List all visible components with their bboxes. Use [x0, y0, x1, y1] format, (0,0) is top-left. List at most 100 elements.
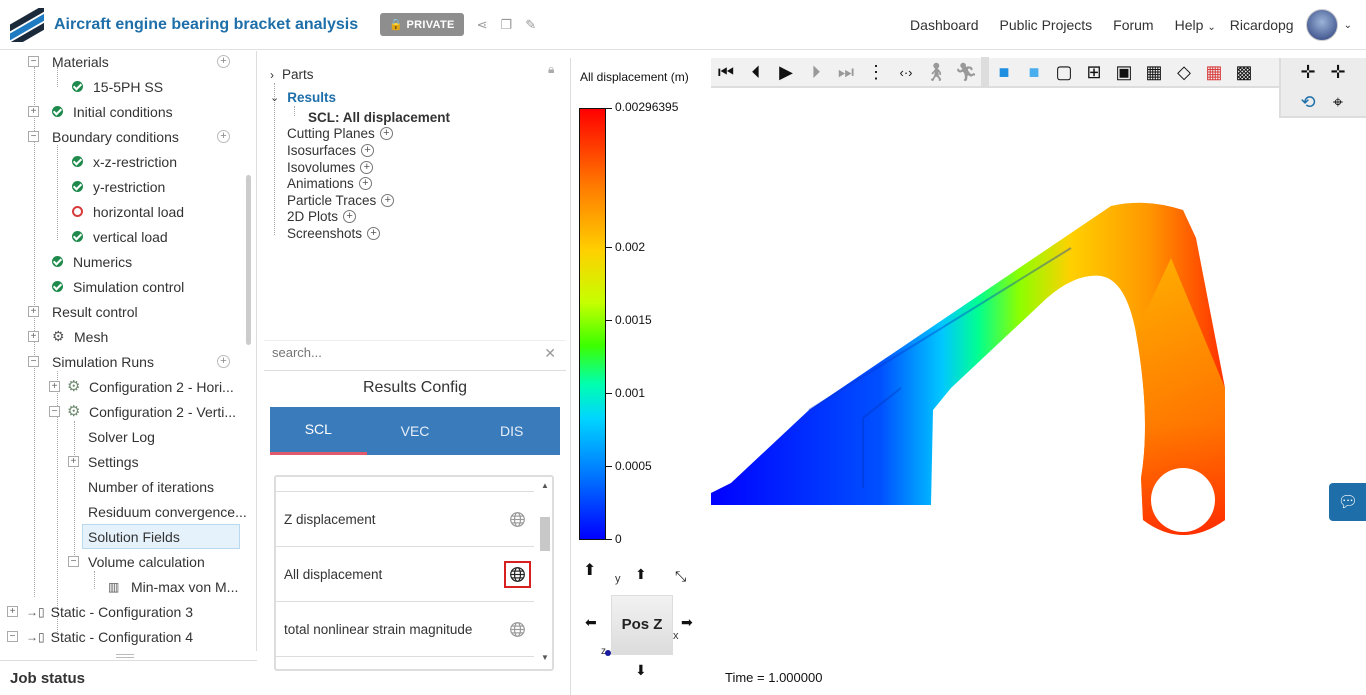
globe-icon[interactable]: [509, 511, 526, 528]
scene-2d-plots[interactable]: 2D Plots +: [287, 209, 357, 224]
tree-item-boundary-conditions[interactable]: − Boundary conditions: [28, 124, 179, 149]
edit-icon[interactable]: ✎: [525, 17, 536, 33]
view-cube-face[interactable]: Pos Z: [611, 595, 673, 655]
collapse-icon[interactable]: −: [68, 556, 79, 567]
list-scrollbar[interactable]: ▲ ▼: [538, 481, 550, 665]
tree-item-materials[interactable]: − Materials: [28, 51, 238, 74]
result-strain-magnitude[interactable]: total nonlinear strain magnitude: [276, 602, 534, 657]
tree-item-run-2[interactable]: − ⚙ Configuration 2 - Verti...: [49, 399, 236, 424]
tree-item-min-max[interactable]: ▥ Min-max von M...: [108, 574, 238, 599]
add-icon[interactable]: +: [379, 127, 393, 140]
tree-item-simulation-control[interactable]: Simulation control: [52, 274, 184, 299]
lock-icon[interactable]: 🔒︎: [548, 62, 554, 77]
rotate-left-icon[interactable]: ⬅: [585, 614, 597, 631]
tree-item-settings[interactable]: + Settings: [68, 449, 139, 474]
tree-item-solution-fields[interactable]: Solution Fields: [82, 524, 240, 549]
expand-icon[interactable]: +: [7, 606, 18, 617]
result-all-displacement[interactable]: All displacement: [276, 547, 534, 602]
expand-icon[interactable]: +: [28, 106, 39, 117]
fit-view-icon[interactable]: ⤡: [675, 568, 686, 585]
collapse-icon[interactable]: −: [28, 356, 39, 367]
project-title: Aircraft engine bearing bracket analysis: [54, 15, 359, 33]
tree-item-mesh[interactable]: + ⚙ Mesh: [28, 324, 108, 349]
tab-dis[interactable]: DIS: [463, 407, 560, 455]
tree-item-volume-calculation[interactable]: − Volume calculation: [68, 549, 205, 574]
tree-item-bc-4[interactable]: vertical load: [72, 224, 168, 249]
expand-icon[interactable]: +: [28, 306, 39, 317]
copy-icon[interactable]: ❐: [501, 17, 513, 33]
globe-icon[interactable]: [509, 621, 526, 638]
tree-item-material[interactable]: 15-5PH SS: [72, 74, 163, 99]
nav-forum[interactable]: Forum: [1113, 17, 1153, 33]
result-z-displacement[interactable]: Z displacement: [276, 492, 534, 547]
scroll-down-icon[interactable]: ▼: [541, 653, 549, 662]
nav-public-projects[interactable]: Public Projects: [1000, 17, 1093, 33]
add-icon[interactable]: +: [217, 55, 230, 68]
scroll-thumb[interactable]: [540, 517, 550, 551]
expand-icon[interactable]: +: [28, 331, 39, 342]
add-icon[interactable]: +: [217, 130, 230, 143]
tab-vec[interactable]: VEC: [367, 407, 464, 455]
chevron-down-icon[interactable]: ⌄: [1344, 20, 1352, 31]
avatar[interactable]: [1305, 9, 1338, 41]
tree-scrollbar[interactable]: [246, 175, 251, 345]
chat-icon: 💬︎: [1337, 494, 1359, 511]
add-icon[interactable]: +: [367, 227, 381, 240]
add-icon[interactable]: +: [381, 194, 395, 207]
scene-cutting-planes[interactable]: Cutting Planes +: [287, 126, 393, 141]
collapse-icon[interactable]: −: [49, 406, 60, 417]
tab-scl[interactable]: SCL: [270, 407, 367, 455]
tree-item-result-control[interactable]: + Result control: [28, 299, 138, 324]
add-icon[interactable]: +: [361, 144, 375, 157]
scene-isovolumes[interactable]: Isovolumes +: [287, 160, 374, 175]
tree-item-iterations[interactable]: Number of iterations: [88, 474, 214, 499]
tree-item-bc-1[interactable]: x-z-restriction: [72, 149, 177, 174]
scene-screenshots[interactable]: Screenshots +: [287, 226, 381, 241]
add-icon[interactable]: +: [358, 177, 372, 190]
home-view-icon[interactable]: ⬆: [583, 560, 596, 580]
nav-dashboard[interactable]: Dashboard: [910, 17, 979, 33]
simscale-logo[interactable]: [10, 7, 44, 42]
tree-item-bc-2[interactable]: y-restriction: [72, 174, 165, 199]
tree-item-residuum[interactable]: Residuum convergence...: [88, 499, 247, 524]
globe-icon[interactable]: [504, 560, 531, 588]
tree-item-static-3[interactable]: + →▯ Static - Configuration 3: [7, 599, 193, 624]
tree-item-solver-log[interactable]: Solver Log: [88, 424, 155, 449]
scene-scl-item[interactable]: SCL: All displacement: [308, 110, 450, 125]
tree-item-numerics[interactable]: Numerics: [52, 249, 132, 274]
scene-parts[interactable]: › Parts: [270, 67, 314, 82]
nav-user[interactable]: Ricardopg: [1230, 17, 1294, 33]
chevron-right-icon[interactable]: ›: [270, 68, 274, 82]
rotate-up-icon[interactable]: ⬆: [635, 566, 647, 583]
collapse-icon[interactable]: −: [7, 631, 18, 642]
rotate-down-icon[interactable]: ⬇: [635, 662, 647, 679]
add-icon[interactable]: +: [343, 210, 357, 223]
add-icon[interactable]: +: [217, 355, 230, 368]
expand-icon[interactable]: +: [49, 381, 60, 392]
tree-item-bc-3[interactable]: horizontal load: [72, 199, 184, 224]
job-status-header[interactable]: Job status: [0, 660, 257, 695]
chevron-down-icon[interactable]: ⌄: [270, 91, 279, 104]
nav-help[interactable]: Help ⌄: [1175, 17, 1216, 33]
collapse-icon[interactable]: −: [28, 56, 39, 67]
collapse-icon[interactable]: −: [28, 131, 39, 142]
scroll-up-icon[interactable]: ▲: [541, 481, 549, 490]
tree-item-simulation-runs[interactable]: − Simulation Runs: [28, 349, 154, 374]
scene-particle-traces[interactable]: Particle Traces +: [287, 193, 395, 208]
rotate-right-icon[interactable]: ➡: [681, 614, 693, 631]
expand-icon[interactable]: +: [68, 456, 79, 467]
scene-results[interactable]: ⌄ Results: [270, 90, 336, 105]
axis-x-label: x: [673, 630, 679, 642]
panel-resize-handle[interactable]: [116, 654, 134, 658]
scene-animations[interactable]: Animations +: [287, 176, 372, 191]
3d-viewer[interactable]: All displacement (m) 0.00296395 0.002 0.…: [570, 57, 1366, 695]
chat-button[interactable]: 💬︎: [1329, 483, 1366, 521]
close-icon[interactable]: ✕: [544, 345, 556, 362]
scene-isosurfaces[interactable]: Isosurfaces +: [287, 143, 375, 158]
share-icon[interactable]: ⋖: [477, 17, 488, 33]
tree-item-static-4[interactable]: − →▯ Static - Configuration 4: [7, 624, 193, 649]
add-icon[interactable]: +: [360, 161, 374, 174]
tree-item-run-1[interactable]: + ⚙ Configuration 2 - Hori...: [49, 374, 234, 399]
search-input[interactable]: [272, 345, 532, 360]
tree-item-initial-conditions[interactable]: + Initial conditions: [28, 99, 173, 124]
